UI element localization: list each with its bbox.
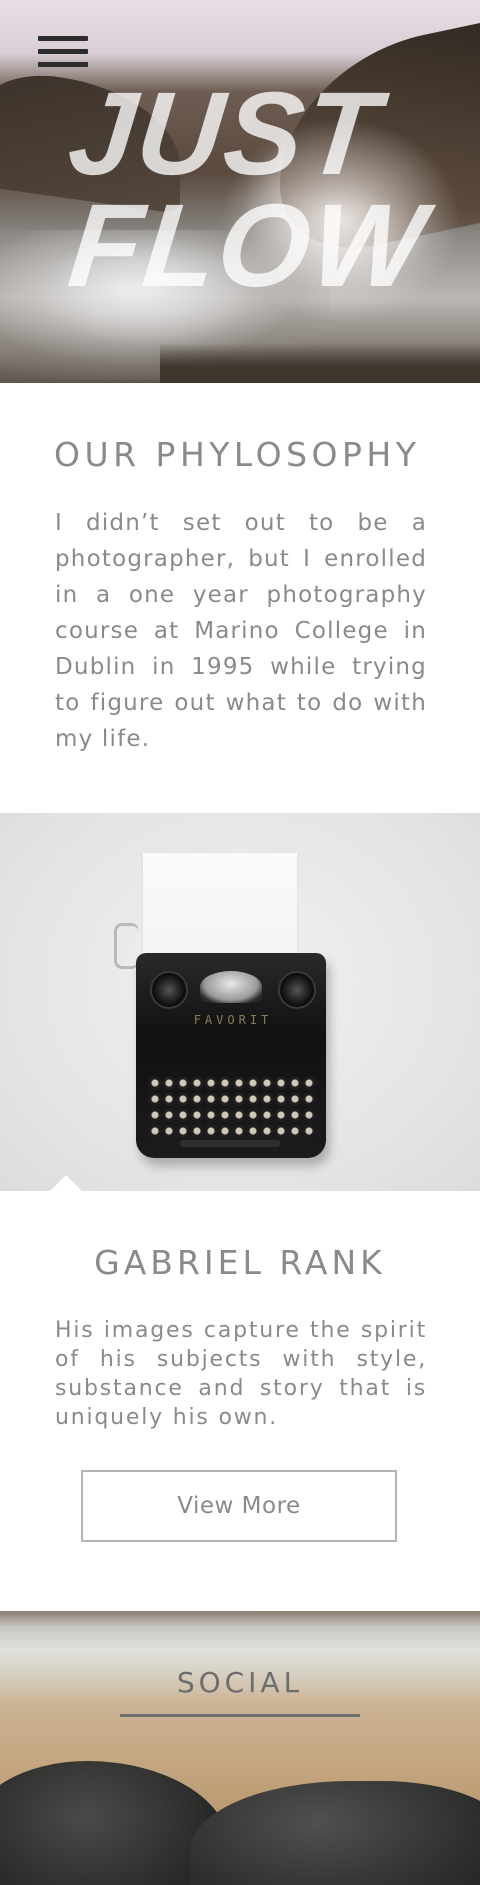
section-pointer-notch	[50, 1175, 82, 1191]
profile-heading: GABRIEL RANK	[94, 1243, 386, 1282]
menu-bar	[38, 49, 88, 54]
hero-section: JUST FLOW	[0, 0, 480, 383]
profile-text: His images capture the spirit of his sub…	[55, 1318, 427, 1430]
hero-title: JUST FLOW	[52, 68, 476, 312]
philosophy-section: OUR PHYLOSOPHY I didn’t set out to be a …	[0, 383, 480, 813]
typewriter-spool	[278, 971, 316, 1009]
social-heading: SOCIAL	[176, 1666, 304, 1699]
typewriter-spacebar	[180, 1140, 280, 1147]
typewriter-spool	[150, 971, 188, 1009]
social-rock	[190, 1781, 480, 1885]
menu-bar	[38, 36, 88, 41]
philosophy-text: I didn’t set out to be a photographer, b…	[55, 510, 427, 752]
hamburger-menu-icon[interactable]	[38, 36, 88, 70]
typewriter-photo: FAVORIT	[0, 813, 480, 1191]
social-section: SOCIAL	[0, 1611, 480, 1885]
typewriter-brand: FAVORIT	[193, 1013, 273, 1027]
typewriter-typebar	[200, 971, 262, 1003]
social-heading-underline	[120, 1714, 360, 1717]
philosophy-heading: OUR PHYLOSOPHY	[54, 435, 421, 474]
typewriter-paper	[143, 853, 297, 968]
hero-title-line1: JUST	[62, 68, 387, 200]
menu-bar	[38, 62, 88, 67]
hero-ground	[160, 343, 480, 383]
typewriter-keys	[148, 1075, 318, 1141]
view-more-button[interactable]: View More	[81, 1470, 397, 1542]
hero-title-line2: FLOW	[63, 180, 433, 312]
profile-section: GABRIEL RANK His images capture the spir…	[0, 1191, 480, 1611]
